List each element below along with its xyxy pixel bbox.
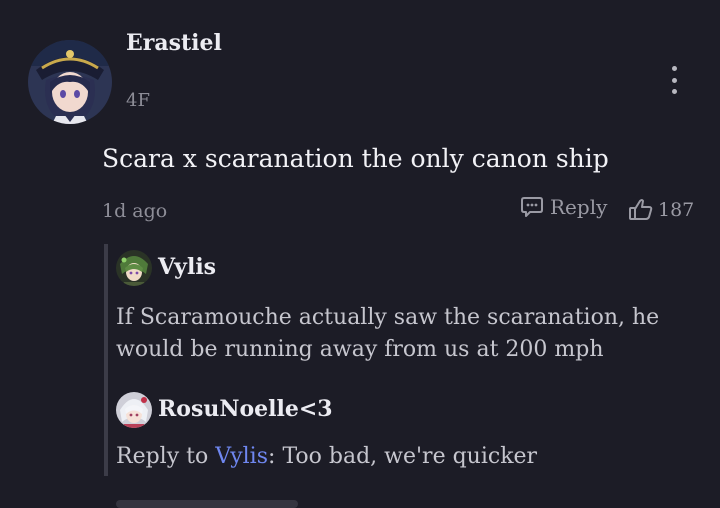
like-button[interactable]: 187 <box>628 198 694 222</box>
reply-text-2-line: Reply to Vylis: Too bad, we're quicker <box>116 444 537 469</box>
comment-text: Scara x scaranation the only canon ship <box>102 144 609 173</box>
thumbs-up-icon <box>629 199 653 220</box>
like-count: 187 <box>658 199 695 221</box>
ellipsis-dot <box>671 89 677 94</box>
author-name[interactable]: Erastiel <box>126 30 222 56</box>
reply-button[interactable]: Reply <box>520 195 607 219</box>
comment-time: 1d ago <box>102 200 168 222</box>
reply-to-prefix: Reply to <box>116 444 209 469</box>
reply-text-2: Too bad, we're quicker <box>282 444 538 469</box>
floor-number: 4F <box>126 90 150 111</box>
reply-separator: : <box>268 444 276 469</box>
reply-avatar-2[interactable] <box>116 392 152 428</box>
scroll-indicator <box>116 500 298 508</box>
reply-label: Reply <box>550 195 608 219</box>
reply-text-1: If Scaramouche actually saw the scaranat… <box>116 305 660 362</box>
more-options-button[interactable] <box>664 66 684 94</box>
reply-mention-link[interactable]: Vylis <box>215 444 268 469</box>
reply-avatar-1[interactable] <box>116 250 152 286</box>
vertical-ellipsis-icon <box>671 66 677 71</box>
reply-thread-line <box>104 244 108 476</box>
comment-bubble-icon <box>521 197 543 217</box>
reply-author-1[interactable]: Vylis <box>158 254 216 280</box>
author-avatar[interactable] <box>28 40 112 124</box>
reply-author-2[interactable]: RosuNoelle<3 <box>158 396 333 422</box>
ellipsis-dot <box>671 77 677 83</box>
